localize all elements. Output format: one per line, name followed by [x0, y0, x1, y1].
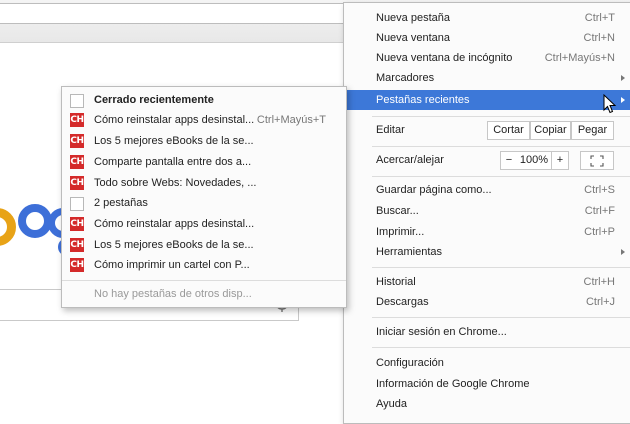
- menu-item-pestanas-recientes[interactable]: Pestañas recientes: [344, 90, 630, 110]
- ch-site-icon: CH: [70, 134, 84, 148]
- menu-separator: [372, 176, 630, 177]
- menu-item-label: Historial: [376, 276, 416, 288]
- menu-item-shortcut: Ctrl+H: [583, 276, 615, 288]
- ch-site-icon: CH: [70, 113, 84, 127]
- menu-item-label: Nueva ventana: [376, 32, 450, 44]
- menu-item-label: Iniciar sesión en Chrome...: [376, 326, 507, 338]
- menu-item-label: Información de Google Chrome: [376, 378, 530, 390]
- recent-tab-item[interactable]: CH Los 5 mejores eBooks de la se...: [62, 131, 346, 151]
- menu-item-descargas[interactable]: Descargas Ctrl+J: [344, 292, 630, 312]
- page-icon: [70, 94, 84, 108]
- menu-item-shortcut: Ctrl+Mayús+N: [544, 52, 615, 64]
- recent-tabs-submenu: Cerrado recientemente CH Cómo reinstalar…: [61, 86, 347, 308]
- menu-item-shortcut: Ctrl+N: [583, 32, 615, 44]
- zoom-in-button[interactable]: +: [551, 151, 569, 170]
- recent-tab-shortcut: Ctrl+Mayús+T: [256, 114, 326, 126]
- menu-item-editar: Editar Cortar Copiar Pegar: [344, 120, 630, 140]
- menu-item-iniciar-sesion[interactable]: Iniciar sesión en Chrome...: [344, 322, 630, 342]
- menu-item-label: Editar: [376, 124, 405, 136]
- menu-separator: [372, 317, 630, 318]
- menu-item-label: Buscar...: [376, 205, 419, 217]
- menu-item-label: Guardar página como...: [376, 184, 492, 196]
- recent-tab-item[interactable]: CH Todo sobre Webs: Novedades, ...: [62, 173, 346, 193]
- mouse-cursor-icon: [603, 94, 617, 114]
- recent-tab-label: Cómo reinstalar apps desinstal...: [94, 218, 255, 230]
- menu-item-shortcut: Ctrl+P: [584, 226, 615, 238]
- menu-item-shortcut: Ctrl+F: [584, 205, 615, 217]
- menu-item-label: Nueva ventana de incógnito: [376, 52, 513, 64]
- submenu-arrow-icon: [621, 97, 625, 103]
- menu-item-shortcut: Ctrl+S: [584, 184, 615, 196]
- menu-item-imprimir[interactable]: Imprimir... Ctrl+P: [344, 222, 630, 242]
- menu-item-label: Pestañas recientes: [376, 94, 470, 106]
- zoom-level: 100%: [517, 151, 551, 170]
- recent-tab-item[interactable]: CH Comparte pantalla entre dos a...: [62, 152, 346, 172]
- menu-item-label: Configuración: [376, 357, 444, 369]
- recent-tab-label: Comparte pantalla entre dos a...: [94, 156, 252, 168]
- menu-item-buscar[interactable]: Buscar... Ctrl+F: [344, 201, 630, 221]
- zoom-out-button[interactable]: −: [500, 151, 518, 170]
- address-bar[interactable]: [0, 3, 369, 24]
- menu-separator: [372, 116, 630, 117]
- other-devices-label: No hay pestañas de otros disp...: [94, 288, 252, 300]
- menu-item-shortcut: Ctrl+T: [584, 12, 615, 24]
- menu-separator: [372, 347, 630, 348]
- page-icon: [70, 197, 84, 211]
- menu-item-ayuda[interactable]: Ayuda: [344, 394, 630, 414]
- submenu-header-label: Cerrado recientemente: [94, 94, 214, 106]
- menu-item-zoom: Acercar/alejar − 100% +: [344, 150, 630, 170]
- ch-site-icon: CH: [70, 176, 84, 190]
- menu-item-nueva-ventana[interactable]: Nueva ventana Ctrl+N: [344, 28, 630, 48]
- recent-tab-label: Los 5 mejores eBooks de la se...: [94, 239, 254, 251]
- menu-item-label: Herramientas: [376, 246, 443, 258]
- menu-item-label: Nueva pestaña: [376, 12, 450, 24]
- menu-item-label: Descargas: [376, 296, 429, 308]
- ch-site-icon: CH: [70, 217, 84, 231]
- pegar-button[interactable]: Pegar: [571, 121, 614, 140]
- menu-item-label: Marcadores: [376, 72, 435, 84]
- recent-tab-item[interactable]: CH Cómo reinstalar apps desinstal... Ctr…: [62, 110, 346, 130]
- ch-site-icon: CH: [70, 258, 84, 272]
- fullscreen-icon[interactable]: [580, 151, 614, 170]
- chrome-main-menu: Nueva pestaña Ctrl+T Nueva ventana Ctrl+…: [343, 2, 630, 424]
- recent-tab-label: 2 pestañas: [94, 197, 148, 209]
- recently-closed-header[interactable]: Cerrado recientemente: [62, 90, 346, 110]
- menu-separator: [62, 280, 346, 281]
- menu-item-guardar[interactable]: Guardar página como... Ctrl+S: [344, 180, 630, 200]
- menu-item-label: Imprimir...: [376, 226, 425, 238]
- menu-item-herramientas[interactable]: Herramientas: [344, 242, 630, 262]
- cortar-button[interactable]: Cortar: [487, 121, 530, 140]
- recent-tab-label: Todo sobre Webs: Novedades, ...: [94, 177, 257, 189]
- ch-site-icon: CH: [70, 238, 84, 252]
- menu-item-configuracion[interactable]: Configuración: [344, 353, 630, 373]
- recent-tab-label: Cómo imprimir un cartel con P...: [94, 259, 250, 271]
- submenu-arrow-icon: [621, 75, 625, 81]
- recent-tab-item[interactable]: 2 pestañas: [62, 193, 346, 213]
- recent-tab-label: Los 5 mejores eBooks de la se...: [94, 135, 254, 147]
- menu-separator: [372, 146, 630, 147]
- copiar-button[interactable]: Copiar: [530, 121, 571, 140]
- submenu-arrow-icon: [621, 249, 625, 255]
- recent-tab-item[interactable]: CH Cómo imprimir un cartel con P...: [62, 255, 346, 275]
- menu-item-informacion[interactable]: Información de Google Chrome: [344, 374, 630, 394]
- menu-item-label: Ayuda: [376, 398, 407, 410]
- menu-item-label: Acercar/alejar: [376, 154, 444, 166]
- menu-item-historial[interactable]: Historial Ctrl+H: [344, 272, 630, 292]
- menu-item-incognito[interactable]: Nueva ventana de incógnito Ctrl+Mayús+N: [344, 48, 630, 68]
- recent-tab-label: Cómo reinstalar apps desinstal...: [94, 114, 255, 126]
- ch-site-icon: CH: [70, 155, 84, 169]
- menu-item-nueva-pestana[interactable]: Nueva pestaña Ctrl+T: [344, 8, 630, 28]
- recent-tab-item[interactable]: CH Los 5 mejores eBooks de la se...: [62, 235, 346, 255]
- menu-item-shortcut: Ctrl+J: [585, 296, 615, 308]
- other-devices-item: No hay pestañas de otros disp...: [62, 284, 346, 304]
- menu-item-marcadores[interactable]: Marcadores: [344, 68, 630, 88]
- recent-tab-item[interactable]: CH Cómo reinstalar apps desinstal...: [62, 214, 346, 234]
- menu-separator: [372, 267, 630, 268]
